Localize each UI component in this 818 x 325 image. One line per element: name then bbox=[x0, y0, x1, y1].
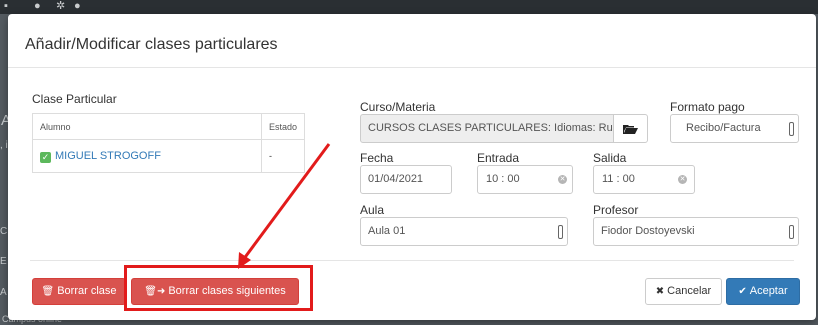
annotation-arrow bbox=[238, 143, 331, 269]
